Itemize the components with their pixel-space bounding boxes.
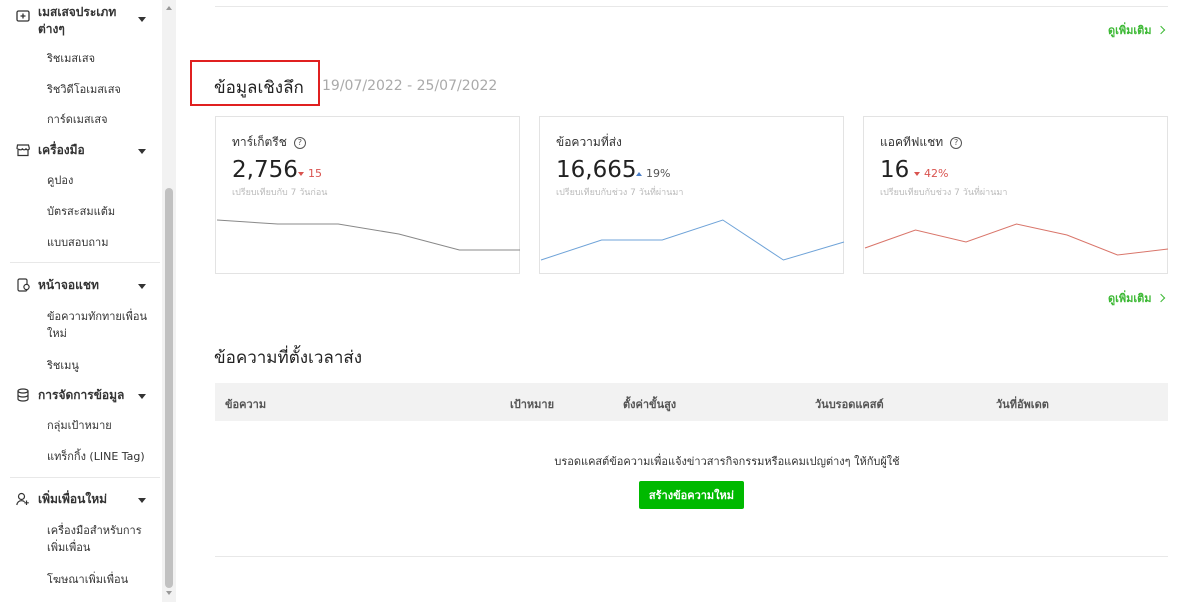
stat-card-messages-sent: ข้อความที่ส่ง 16,665 19% เปรียบเทียบกับช…	[539, 116, 845, 274]
card-comparison-note: เปรียบเทียบกับช่วง 7 วันที่ผ่านมา	[880, 188, 1008, 198]
chat-screen-icon	[17, 278, 30, 292]
card-delta: 42%	[914, 167, 948, 180]
card-title: ข้อความที่ส่ง	[556, 133, 622, 152]
trend-down-icon	[914, 171, 920, 176]
card-delta: 15	[298, 167, 322, 180]
card-title-label: แอคทีฟแชท	[880, 135, 944, 149]
sidebar-divider	[10, 262, 160, 263]
divider	[215, 6, 1168, 7]
card-delta-value: 42%	[924, 167, 949, 180]
card-delta: 19%	[636, 167, 670, 180]
stat-card-target-reach: ทาร์เก็ตรีช ? 2,756 15 เปรียบเทียบกับ 7 …	[215, 116, 520, 274]
sidebar-item-audience[interactable]: กลุ่มเป้าหมาย	[47, 417, 112, 434]
sidebar-item-rich-video-message[interactable]: ริชวิดีโอเมสเสจ	[47, 81, 121, 98]
card-delta-value: 19%	[646, 167, 671, 180]
see-more-link[interactable]: ดูเพิ่มเติม	[1108, 289, 1165, 307]
sparkline-chart	[540, 219, 845, 261]
empty-state-message: บรอดแคสต์ข้อความเพื่อแจ้งข่าวสารกิจกรรมห…	[554, 455, 900, 468]
message-plus-icon	[16, 10, 30, 22]
sidebar: เมสเสจประเภทต่างๆ ริชเมสเสจ ริชวิดีโอเมส…	[0, 0, 176, 602]
sidebar-divider	[10, 477, 160, 478]
database-icon	[17, 388, 29, 402]
column-header-target[interactable]: เป้าหมาย	[510, 395, 554, 413]
sidebar-item-line-tag[interactable]: แทร็กกิ้ง (LINE Tag)	[47, 448, 145, 465]
see-more-label: ดูเพิ่มเติม	[1108, 24, 1152, 37]
scroll-down-icon[interactable]	[166, 591, 172, 595]
card-value: 16	[880, 157, 910, 183]
sidebar-section-data-management[interactable]: การจัดการข้อมูล	[0, 386, 162, 406]
shop-icon	[16, 144, 30, 157]
card-comparison-note: เปรียบเทียบกับ 7 วันก่อน	[232, 188, 328, 198]
caret-down-icon	[138, 498, 146, 503]
sidebar-scrollbar[interactable]	[162, 0, 176, 602]
sidebar-item-survey[interactable]: แบบสอบถาม	[47, 234, 108, 251]
see-more-label: ดูเพิ่มเติม	[1108, 292, 1152, 305]
card-title: แอคทีฟแชท ?	[880, 133, 963, 152]
sparkline-series	[540, 219, 845, 261]
card-title: ทาร์เก็ตรีช ?	[232, 133, 306, 152]
trend-up-icon	[636, 171, 642, 176]
column-header-message[interactable]: ข้อความ	[225, 395, 266, 413]
sidebar-item-rich-menu[interactable]: ริชเมนู	[47, 357, 79, 374]
card-title-label: ทาร์เก็ตรีช	[232, 135, 287, 149]
scroll-up-icon[interactable]	[166, 6, 172, 10]
caret-down-icon	[138, 17, 146, 22]
create-new-message-button[interactable]: สร้างข้อความใหม่	[639, 481, 744, 509]
card-delta-value: 15	[308, 167, 322, 180]
caret-down-icon	[138, 149, 146, 154]
scrollbar-thumb[interactable]	[165, 188, 173, 588]
help-icon[interactable]: ?	[950, 136, 963, 149]
sidebar-section-chat-screen[interactable]: หน้าจอแชท	[0, 276, 162, 296]
sidebar-section-label: เครื่องมือ	[38, 143, 85, 157]
sidebar-item-reward-card[interactable]: บัตรสะสมแต้ม	[47, 203, 115, 220]
trend-down-icon	[298, 171, 304, 176]
chevron-right-icon	[1156, 25, 1165, 35]
sidebar-section-label: เพิ่มเพื่อนใหม่	[38, 492, 108, 506]
sparkline-chart	[216, 219, 520, 251]
see-more-link[interactable]: ดูเพิ่มเติม	[1108, 21, 1165, 39]
sidebar-section-message-types[interactable]: เมสเสจประเภทต่างๆ	[0, 4, 162, 38]
sidebar-item-friend-ads[interactable]: โฆษณาเพิ่มเพื่อน	[47, 571, 128, 588]
sparkline-chart	[864, 223, 1169, 256]
sidebar-section-label: หน้าจอแชท	[38, 278, 99, 292]
caret-down-icon	[138, 394, 146, 399]
column-header-updated-date[interactable]: วันที่อัพเดต	[996, 395, 1049, 413]
scheduled-messages-title: ข้อความที่ตั้งเวลาส่ง	[214, 348, 363, 368]
sidebar-item-greeting-message[interactable]: ข้อความทักทายเพื่อนใหม่	[47, 308, 147, 342]
add-friend-icon	[16, 492, 29, 506]
sparkline-series	[864, 223, 1169, 256]
sidebar-item-friend-tools[interactable]: เครื่องมือสำหรับการเพิ่มเพื่อน	[47, 522, 147, 556]
card-value: 2,756	[232, 157, 298, 183]
help-icon[interactable]: ?	[293, 136, 306, 149]
sidebar-section-tools[interactable]: เครื่องมือ	[0, 141, 162, 161]
sidebar-section-label: การจัดการข้อมูล	[38, 388, 125, 402]
card-comparison-note: เปรียบเทียบกับช่วง 7 วันที่ผ่านมา	[556, 188, 684, 198]
column-header-broadcast-date[interactable]: วันบรอดแคสต์	[815, 395, 884, 413]
main-content: ดูเพิ่มเติม ข้อมูลเชิงลึก 19/07/2022 - 2…	[176, 0, 1200, 602]
sidebar-item-rich-message[interactable]: ริชเมสเสจ	[47, 50, 95, 67]
divider	[215, 556, 1168, 557]
insight-title: ข้อมูลเชิงลึก	[214, 78, 304, 98]
stat-card-active-chats: แอคทีฟแชท ? 16 42% เปรียบเทียบกับช่วง 7 …	[863, 116, 1169, 274]
card-value: 16,665	[556, 157, 637, 183]
sparkline-series	[216, 219, 520, 251]
insight-date-range: 19/07/2022 - 25/07/2022	[322, 78, 498, 94]
sidebar-section-add-friends[interactable]: เพิ่มเพื่อนใหม่	[0, 490, 162, 510]
sidebar-item-card-message[interactable]: การ์ดเมสเสจ	[47, 111, 108, 128]
column-header-advanced-settings[interactable]: ตั้งค่าขั้นสูง	[623, 395, 676, 413]
sidebar-section-label: เมสเสจประเภทต่างๆ	[38, 5, 117, 36]
caret-down-icon	[138, 284, 146, 289]
table-header: ข้อความ เป้าหมาย ตั้งค่าขั้นสูง วันบรอดแ…	[215, 383, 1168, 421]
chevron-right-icon	[1156, 293, 1165, 303]
sidebar-item-coupon[interactable]: คูปอง	[47, 172, 73, 189]
card-title-label: ข้อความที่ส่ง	[556, 135, 622, 149]
